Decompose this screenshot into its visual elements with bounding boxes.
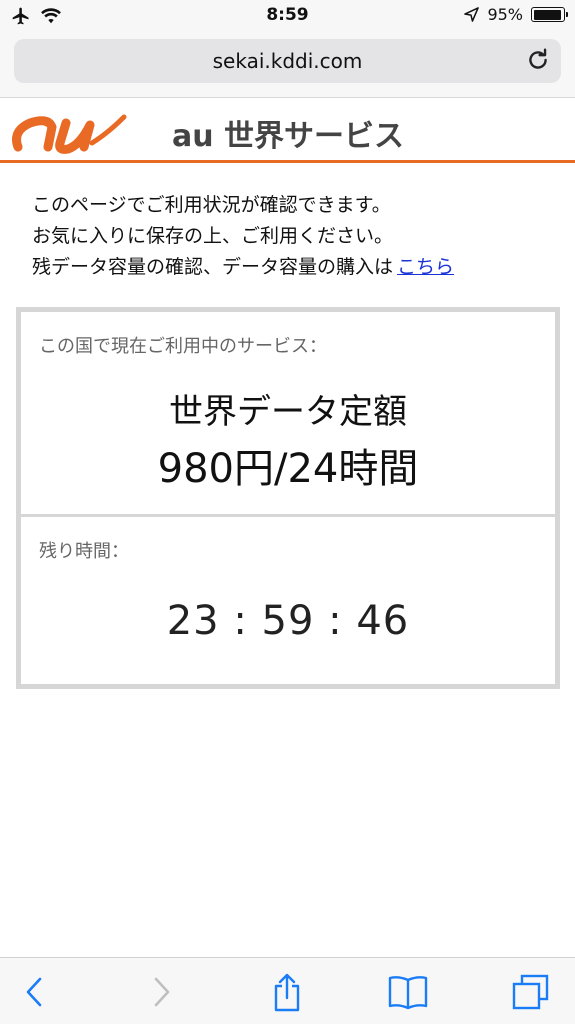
forward-icon[interactable]: [152, 976, 172, 1008]
intro-line-2: お気に入りに保存の上、ご利用ください。: [32, 225, 394, 247]
tabs-button[interactable]: [508, 972, 552, 1012]
url-text[interactable]: sekai.kddi.com: [14, 49, 561, 73]
status-bar: 8:59 95%: [0, 0, 575, 32]
service-title: au 世界サービス: [172, 119, 405, 154]
battery-percent: 95%: [487, 5, 523, 24]
share-icon[interactable]: [272, 972, 302, 1012]
battery-icon: [531, 7, 568, 22]
browser-toolbar: [0, 957, 575, 1024]
bookmarks-button[interactable]: [386, 972, 430, 1012]
plan-name: 世界データ定額: [169, 392, 407, 432]
url-field[interactable]: sekai.kddi.com: [14, 39, 561, 83]
intro-line-3-text: 残データ容量の確認、データ容量の購入は: [32, 256, 394, 278]
current-service-section: この国で現在ご利用中のサービス： 世界データ定額 980円/24時間: [21, 312, 555, 517]
intro-line-3: 残データ容量の確認、データ容量の購入は こちら: [32, 252, 552, 283]
remaining-time-label: 残り時間：: [39, 541, 129, 562]
status-right: 95%: [464, 5, 568, 24]
remaining-time: 23 : 59 : 46: [166, 598, 410, 644]
back-icon[interactable]: [24, 976, 44, 1008]
battery-cap: [565, 12, 568, 17]
usage-panel: この国で現在ご利用中のサービス： 世界データ定額 980円/24時間 残り時間：…: [16, 307, 560, 689]
current-service-label: この国で現在ご利用中のサービス：: [39, 336, 327, 357]
tabs-icon[interactable]: [510, 973, 550, 1011]
site-header: au 世界サービス: [0, 99, 575, 163]
au-logo[interactable]: [8, 103, 128, 155]
battery-fill: [533, 9, 562, 20]
forward-button[interactable]: [140, 972, 184, 1012]
share-button[interactable]: [265, 972, 309, 1012]
intro-line-1: このページでご利用状況が確認できます。: [32, 194, 391, 216]
address-bar: sekai.kddi.com: [0, 32, 575, 98]
reload-icon[interactable]: [525, 47, 551, 73]
location-icon: [464, 7, 480, 22]
purchase-link[interactable]: こちら: [397, 256, 454, 278]
bookmarks-icon[interactable]: [387, 974, 429, 1010]
intro-text: このページでご利用状況が確認できます。 お気に入りに保存の上、ご利用ください。 …: [32, 190, 552, 283]
plan-price: 980円/24時間: [157, 446, 419, 492]
back-button[interactable]: [12, 972, 56, 1012]
